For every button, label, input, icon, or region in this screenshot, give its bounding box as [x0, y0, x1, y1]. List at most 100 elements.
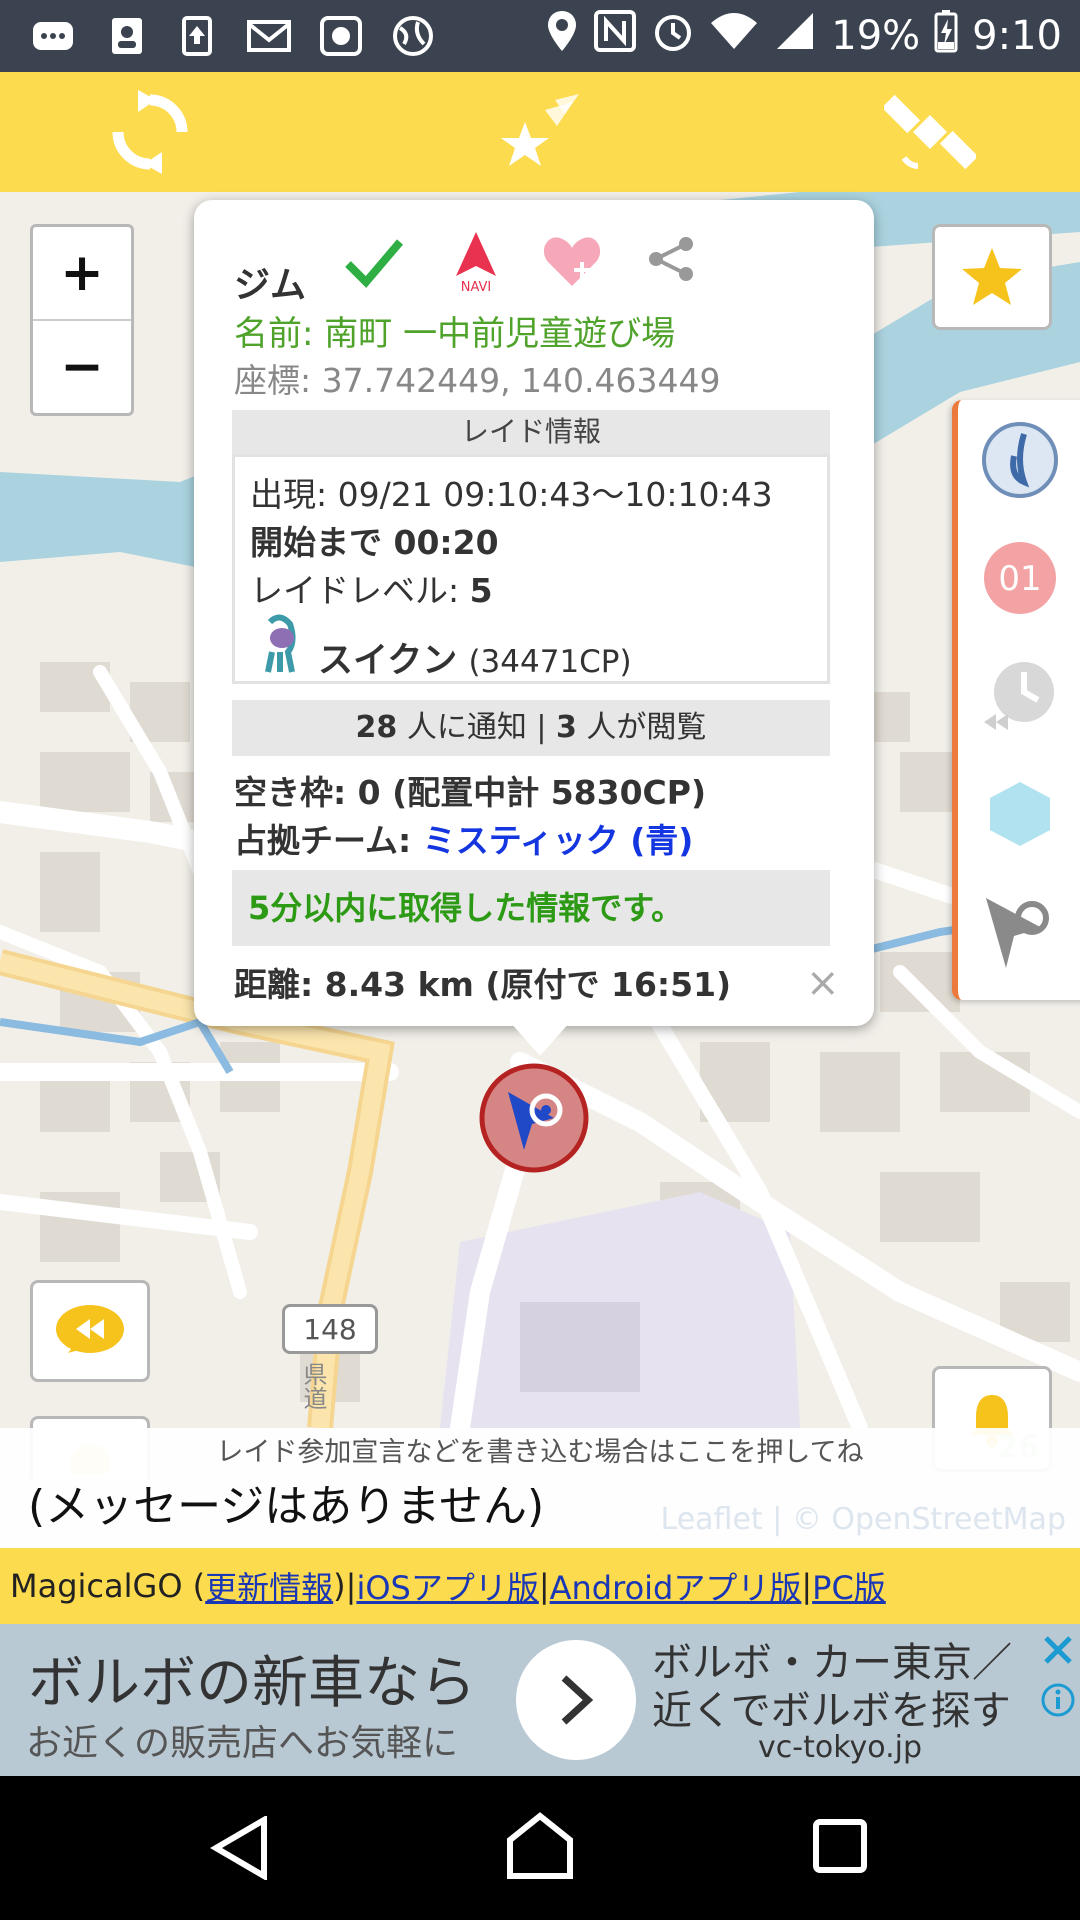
ad-right-line2: 近くでボルボを探す	[652, 1688, 1011, 1734]
favorite-button[interactable]	[932, 224, 1052, 330]
cube-icon	[990, 782, 1050, 846]
info-icon	[1041, 1683, 1075, 1717]
check-icon	[345, 239, 404, 288]
android-app-link[interactable]: Androidアプリ版	[550, 1563, 802, 1609]
gym-icon	[986, 898, 1049, 968]
open-slots: 空き枠: 0 (配置中計 5830CP)	[234, 773, 707, 812]
raid-level-value: 5	[469, 571, 493, 610]
message-board[interactable]: レイド参加宣言などを書き込む場合はここを押してね (メッセージはありません) L…	[0, 1428, 1080, 1548]
raid-boss-cp: (34471CP)	[468, 644, 632, 680]
raid-badge-icon: 01	[984, 542, 1056, 614]
pokestop-filter-button[interactable]	[980, 774, 1060, 854]
separator: |	[538, 1567, 550, 1605]
wifi-icon	[709, 9, 759, 63]
recents-square-icon	[813, 1819, 867, 1873]
gym-info-popup: ジム NAVI 名前: 南町 一中前児童遊び場 座標: 37.742449, 1…	[194, 200, 874, 1026]
clock-time: 9:10	[972, 13, 1062, 59]
raid-level: レイドレベル: 5	[250, 564, 493, 612]
gym-filter-button[interactable]	[980, 892, 1060, 972]
contacts-icon	[104, 14, 150, 58]
signal-icon	[773, 9, 817, 63]
rewind-bubble-icon	[56, 1305, 124, 1353]
navi-label: NAVI	[460, 280, 492, 295]
zoom-control: + −	[30, 224, 134, 416]
map-attribution[interactable]: Leaflet | © OpenStreetMap	[661, 1502, 1066, 1537]
android-nav-bar	[0, 1776, 1080, 1920]
messages-icon	[30, 14, 76, 58]
share-icon	[649, 237, 693, 281]
top-toolbar	[0, 72, 1080, 192]
separator: |	[345, 1567, 357, 1605]
chevron-right-icon	[561, 1675, 594, 1725]
close-icon	[1044, 1636, 1072, 1664]
suicune-icon	[265, 614, 296, 673]
separator: |	[801, 1567, 813, 1605]
refresh-icon	[112, 90, 188, 174]
raid-level-filter-button[interactable]: 01	[980, 538, 1060, 618]
raid-boss-sprite	[250, 612, 310, 678]
zoom-out-button[interactable]: −	[33, 319, 131, 413]
back-triangle-icon	[210, 1814, 267, 1882]
nfc-icon	[593, 9, 637, 63]
gmail-icon	[246, 14, 292, 58]
recents-button[interactable]	[812, 1818, 868, 1878]
share-button[interactable]	[646, 236, 696, 286]
check-in-button[interactable]	[344, 234, 404, 294]
raid-boss-name: スイクン	[318, 641, 458, 681]
zoom-in-button[interactable]: +	[33, 227, 131, 319]
back-button[interactable]	[210, 1814, 270, 1884]
ad-banner[interactable]: ボルボの新車なら お近くの販売店へお気軽に ボルボ・カー東京／ 近くでボルボを探…	[0, 1624, 1080, 1776]
road-number-label: 148	[282, 1304, 378, 1354]
history-filter-button[interactable]	[980, 656, 1060, 736]
distance-info: 距離: 8.43 km (原付で 16:51)	[234, 965, 732, 1004]
heart-plus-icon	[543, 237, 601, 286]
ad-arrow-button[interactable]	[516, 1640, 636, 1760]
occupying-team: 占拠チーム: ミスティック (青)	[234, 814, 693, 862]
raid-appear-time: 出現: 09/21 09:10:43〜10:10:43	[250, 475, 773, 514]
upload-icon	[174, 14, 220, 58]
street-name-label: 県道	[299, 1362, 327, 1410]
gym-name: 名前: 南町 一中前児童遊び場	[234, 314, 676, 354]
filter-panel: 01	[952, 400, 1080, 1000]
ad-close-button[interactable]	[1040, 1632, 1076, 1668]
home-button[interactable]	[506, 1812, 574, 1884]
globe-icon	[390, 14, 436, 58]
navi-arrow-icon	[456, 232, 496, 276]
pokemon-filter-icon	[982, 422, 1058, 498]
shooting-star-button[interactable]	[490, 82, 590, 182]
message-hint: レイド参加宣言などを書き込む場合はここを押してね	[216, 1437, 864, 1468]
pc-version-link[interactable]: PC版	[812, 1563, 886, 1609]
update-info-link[interactable]: 更新情報	[205, 1563, 333, 1609]
clock-rewind-icon	[984, 662, 1054, 730]
location-icon	[545, 9, 579, 63]
close-paren: )	[333, 1567, 346, 1605]
satellite-button[interactable]	[880, 82, 980, 182]
pokemon-filter-button[interactable]	[980, 420, 1060, 500]
gym-marker-icon	[479, 1063, 589, 1173]
brand-label: MagicalGO (	[10, 1567, 206, 1605]
raid-level-label: レイドレベル:	[250, 571, 470, 610]
svg-text:01: 01	[998, 559, 1041, 599]
view-text: 人が閲覧	[576, 710, 707, 745]
ios-app-link[interactable]: iOSアプリ版	[356, 1563, 538, 1609]
favorite-heart-button[interactable]	[542, 234, 602, 294]
popup-tip	[510, 1022, 570, 1056]
history-back-button[interactable]	[30, 1280, 150, 1382]
popup-close-button[interactable]: ×	[806, 960, 840, 1006]
gym-marker[interactable]	[478, 1062, 590, 1174]
alarm-icon	[651, 9, 695, 63]
home-icon	[507, 1812, 573, 1879]
star-icon	[962, 248, 1022, 305]
message-text: (メッセージはありません)	[28, 1481, 545, 1532]
fresh-info-notice: 5分以内に取得した情報です。	[232, 870, 830, 946]
notify-stats: 28 人に通知 | 3 人が閲覧	[232, 700, 830, 756]
battery-percent: 19%	[831, 13, 921, 59]
raid-header: レイド情報	[232, 410, 830, 454]
status-right: 19% 9:10	[545, 10, 1062, 62]
ad-subline: お近くの販売店へお気軽に	[26, 1723, 459, 1764]
refresh-button[interactable]	[100, 82, 200, 182]
team-label: 占拠チーム:	[234, 821, 423, 860]
app-icon	[318, 14, 364, 58]
ad-info-button[interactable]	[1040, 1682, 1076, 1718]
navi-button[interactable]: NAVI	[448, 230, 504, 296]
